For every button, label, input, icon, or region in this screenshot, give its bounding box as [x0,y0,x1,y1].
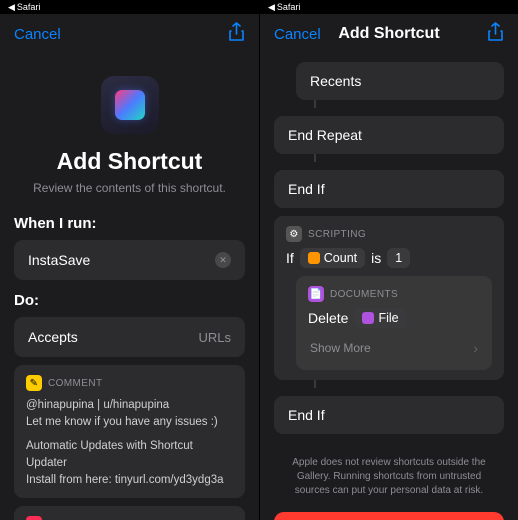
nav-bar: Cancel Add Shortcut [260,14,518,54]
scripting-header: ⚙ SCRIPTING [286,226,492,242]
count-token[interactable]: Count [300,248,365,268]
shortcut-name-text: InstaSave [28,252,90,268]
delete-row[interactable]: Delete File [308,308,480,328]
cancel-button[interactable]: Cancel [14,26,61,43]
clear-icon[interactable]: ✕ [215,252,231,268]
status-bar: ◀ Safari [260,0,518,14]
screen-right: ◀ Safari Cancel Add Shortcut Recents End… [259,0,518,520]
shortcuts-header: ◆ SHORTCUTS [26,516,233,520]
back-to-app-icon: ◀ [8,2,15,13]
when-i-run-label: When I run: [14,215,245,232]
share-icon [228,22,245,42]
documents-block: 📄 DOCUMENTS Delete File Show More › [296,276,492,370]
comment-header: ✎ COMMENT [26,375,233,391]
share-icon [487,22,504,42]
chevron-right-icon: › [473,340,478,356]
documents-icon: 📄 [308,286,324,302]
connector [314,100,316,108]
content-right: Recents End Repeat End If ⚙ SCRIPTING If… [260,62,518,520]
back-to-app-icon: ◀ [268,2,275,13]
page-title: Add Shortcut [14,148,245,175]
step-end-if[interactable]: End If [274,396,504,434]
scripting-icon: ⚙ [286,226,302,242]
if-row[interactable]: If Count is 1 [286,248,492,268]
value-token[interactable]: 1 [387,248,410,268]
status-app-name[interactable]: Safari [277,2,301,12]
trust-disclaimer: Apple does not review shortcuts outside … [278,456,500,498]
share-button[interactable] [228,22,245,47]
show-more-row[interactable]: Show More › [308,336,480,360]
accepts-value: URLs [198,330,231,345]
comment-body: @hinapupina | u/hinapupina Let me know i… [26,397,233,488]
screen-left: ◀ Safari Cancel Add Shortcut Review the … [0,0,259,520]
accepts-label: Accepts [28,329,78,345]
step-recents[interactable]: Recents [296,62,504,100]
shortcut-name-field[interactable]: InstaSave ✕ [14,240,245,280]
shortcut-app-icon [101,76,159,134]
accepts-row[interactable]: Accepts URLs [14,317,245,357]
add-untrusted-button[interactable]: Add Untrusted Shortcut [274,512,504,520]
share-button[interactable] [487,22,504,47]
content-left: Add Shortcut Review the contents of this… [0,76,259,520]
comment-block: ✎ COMMENT @hinapupina | u/hinapupina Let… [14,365,245,498]
file-token[interactable]: File [354,308,406,328]
shortcuts-block: ◆ SHORTCUTS [14,506,245,520]
comment-icon: ✎ [26,375,42,391]
connector [314,380,316,388]
connector [314,154,316,162]
status-bar: ◀ Safari [0,0,259,14]
scripting-block: ⚙ SCRIPTING If Count is 1 📄 DOCUMENTS De… [274,216,504,380]
step-end-if[interactable]: End If [274,170,504,208]
step-end-repeat[interactable]: End Repeat [274,116,504,154]
nav-title: Add Shortcut [338,25,439,43]
nav-bar: Cancel [0,14,259,54]
documents-header: 📄 DOCUMENTS [308,286,480,302]
do-label: Do: [14,292,245,309]
shortcuts-icon: ◆ [26,516,42,520]
status-app-name[interactable]: Safari [17,2,41,12]
cancel-button[interactable]: Cancel [274,26,321,43]
page-subtitle: Review the contents of this shortcut. [14,181,245,195]
